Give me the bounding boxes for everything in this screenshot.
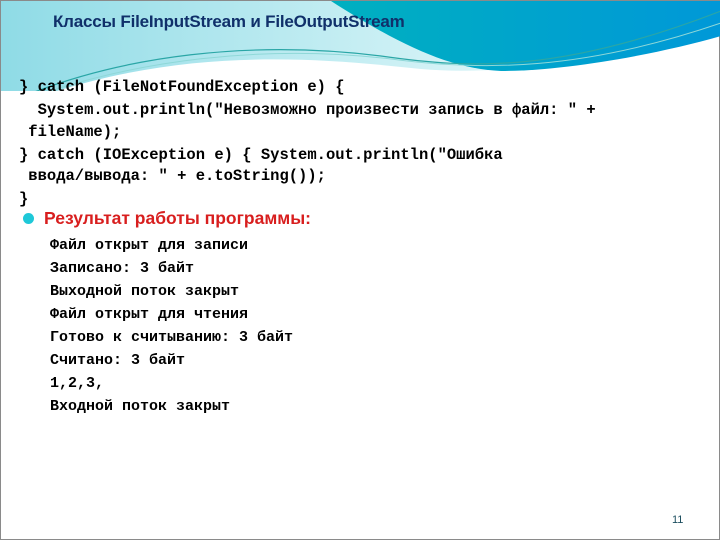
page-number: 11 [672, 514, 684, 526]
code-line: } catch (FileNotFoundException e) { [19, 78, 345, 96]
code-line: System.out.println("Невозможно произвест… [19, 101, 596, 119]
output-line: Готово к считыванию: 3 байт [50, 329, 294, 346]
output-line: Входной поток закрыт [50, 398, 231, 415]
program-output: Файл открыт для записи Записано: 3 байт … [50, 234, 293, 418]
code-block: } catch (FileNotFoundException e) { Syst… [19, 77, 709, 211]
code-line: ввода/вывода: " + e.toString()); [19, 167, 326, 185]
result-heading: Результат работы программы: [44, 208, 311, 228]
result-heading-row: Результат работы программы: [23, 208, 311, 229]
bullet-dot-icon [23, 213, 34, 224]
slide-title: Классы FileInputStream и FileOutputStrea… [53, 12, 405, 31]
output-line: Считано: 3 байт [50, 352, 186, 369]
code-line: fileName); [19, 122, 122, 141]
code-line: } catch (IOException e) { System.out.pri… [19, 145, 503, 164]
output-line: Файл открыт для записи [50, 237, 249, 254]
output-line: Выходной поток закрыт [50, 283, 240, 300]
output-line: 1,2,3, [50, 375, 105, 392]
output-line: Записано: 3 байт [50, 260, 195, 277]
output-line: Файл открыт для чтения [50, 306, 249, 323]
